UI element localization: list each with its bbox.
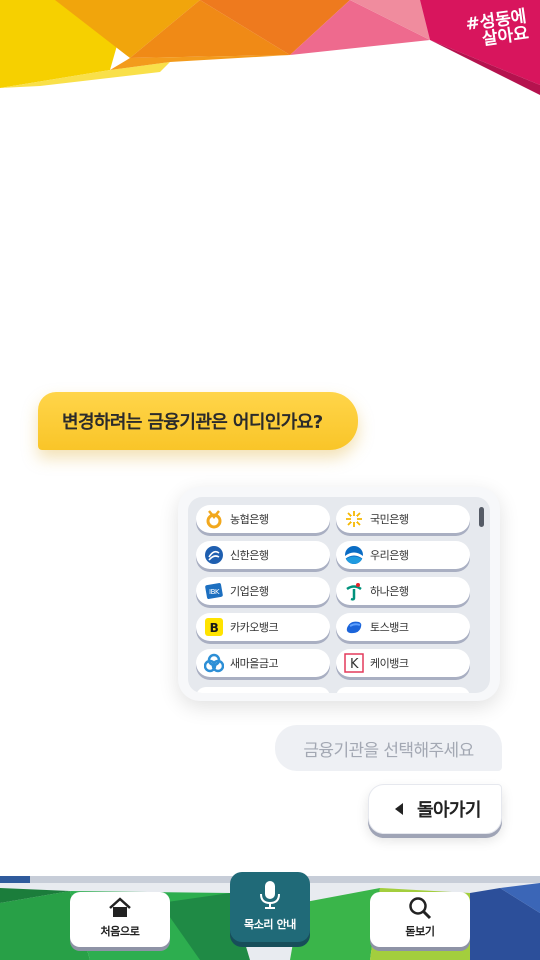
progress-bar-fill xyxy=(0,876,30,883)
back-arrow-icon xyxy=(395,803,403,815)
bank-button-kbank[interactable]: K 케이뱅크 xyxy=(336,649,470,677)
shinhan-logo-icon xyxy=(204,545,224,565)
kakaobank-glyph: B xyxy=(210,621,219,635)
woori-logo-icon xyxy=(344,545,364,565)
nonghyup-logo-icon xyxy=(204,509,224,529)
svg-text:IBK: IBK xyxy=(209,588,220,596)
bank-name: 국민은행 xyxy=(370,513,409,526)
bank-name: 토스뱅크 xyxy=(370,621,409,634)
kbank-logo-icon: K xyxy=(344,653,364,673)
back-button-label: 돌아가기 xyxy=(417,800,481,821)
kakaobank-logo-icon: B xyxy=(204,617,224,637)
bank-name: 하나은행 xyxy=(370,585,409,598)
bank-list-scroll-area[interactable]: 농협은행 국민은행 신한은행 우리은행 IBK 기업은행 하나은행 B 카카오뱅… xyxy=(188,497,490,693)
bank-name: 농협은행 xyxy=(230,513,269,526)
microphone-icon xyxy=(260,881,280,909)
magnifier-icon xyxy=(409,897,432,920)
hana-logo-icon xyxy=(344,581,364,601)
bank-list-scrollbar[interactable] xyxy=(479,507,484,527)
bank-name: 기업은행 xyxy=(230,585,269,598)
bank-name: 신한은행 xyxy=(230,549,269,562)
bank-name: 우리은행 xyxy=(370,549,409,562)
bank-button-tossbank[interactable]: 토스뱅크 xyxy=(336,613,470,641)
bank-name: 새마을금고 xyxy=(230,657,279,670)
question-bubble: 변경하려는 금융기관은 어디인가요? xyxy=(38,392,358,450)
back-button[interactable]: 돌아가기 xyxy=(368,784,502,834)
bank-button-nonghyup[interactable]: 농협은행 xyxy=(196,505,330,533)
bank-button-woori[interactable]: 우리은행 xyxy=(336,541,470,569)
mg-logo-icon xyxy=(204,653,224,673)
kbank-glyph: K xyxy=(350,657,359,672)
home-button[interactable]: 처음으로 xyxy=(70,892,170,947)
tossbank-logo-icon xyxy=(344,617,364,637)
bank-selection-panel: 농협은행 국민은행 신한은행 우리은행 IBK 기업은행 하나은행 B 카카오뱅… xyxy=(178,487,500,701)
bank-button-kookmin[interactable]: 국민은행 xyxy=(336,505,470,533)
bank-button-mg[interactable]: 새마을금고 xyxy=(196,649,330,677)
bank-grid: 농협은행 국민은행 신한은행 우리은행 IBK 기업은행 하나은행 B 카카오뱅… xyxy=(196,505,471,677)
voice-guide-label: 목소리 안내 xyxy=(243,918,297,931)
bank-button-ibk[interactable]: IBK 기업은행 xyxy=(196,577,330,605)
bank-name: 카카오뱅크 xyxy=(230,621,279,634)
home-button-label: 처음으로 xyxy=(100,925,140,938)
voice-guide-button[interactable]: 목소리 안내 xyxy=(230,872,310,942)
bank-button-shinhan[interactable]: 신한은행 xyxy=(196,541,330,569)
bank-name: 케이뱅크 xyxy=(370,657,409,670)
magnifier-button[interactable]: 돋보기 xyxy=(370,892,470,947)
bank-list-overflow-row xyxy=(196,687,471,693)
bank-button-kakaobank[interactable]: B 카카오뱅크 xyxy=(196,613,330,641)
magnifier-button-label: 돋보기 xyxy=(405,925,435,938)
hint-bubble: 금융기관을 선택해주세요 xyxy=(275,725,502,771)
bank-button-hana[interactable]: 하나은행 xyxy=(336,577,470,605)
home-icon xyxy=(109,897,131,917)
ibk-logo-icon: IBK xyxy=(204,581,224,601)
kb-logo-icon xyxy=(344,509,364,529)
